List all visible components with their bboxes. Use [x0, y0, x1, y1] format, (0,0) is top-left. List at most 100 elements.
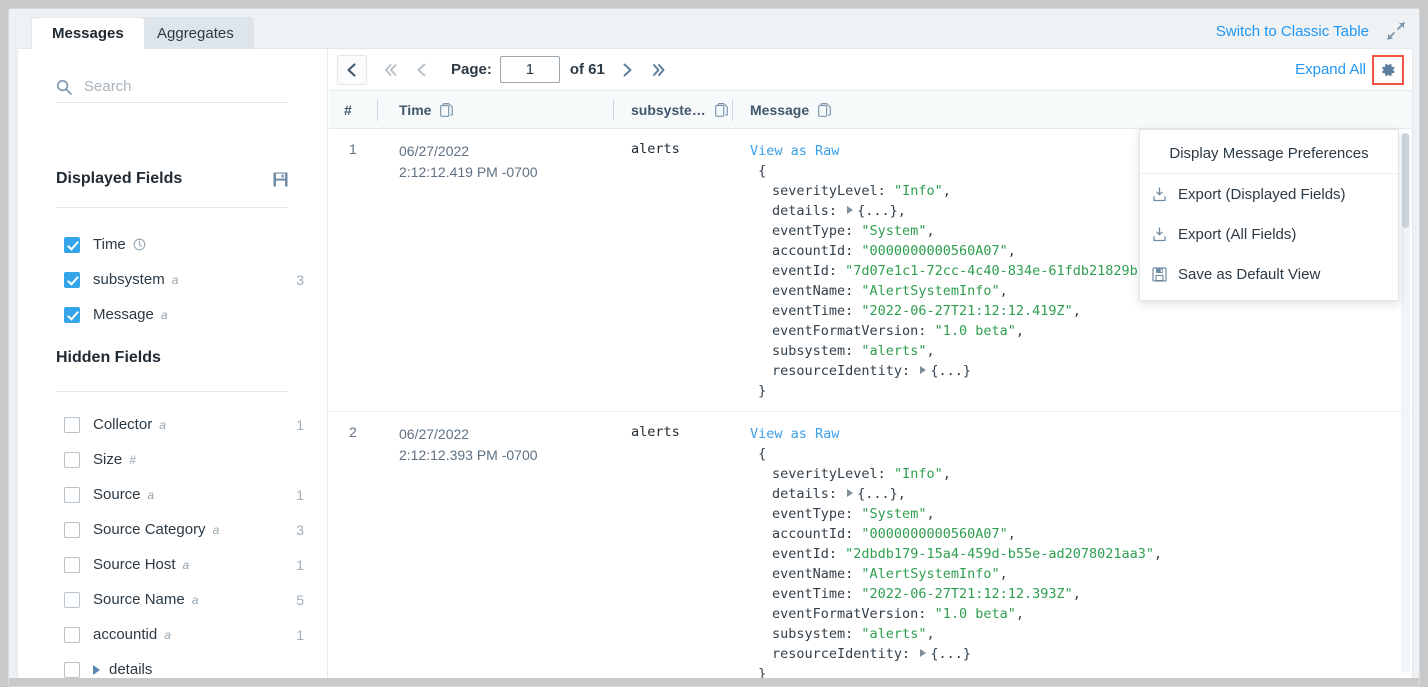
expand-object-icon[interactable]	[920, 649, 926, 657]
column-label-message: Message	[750, 102, 809, 118]
field-row[interactable]: Source Categorya3	[64, 512, 314, 547]
menu-item[interactable]: Export (All Fields)	[1140, 214, 1398, 254]
json-key: eventType:	[772, 506, 853, 522]
settings-gear-button[interactable]	[1374, 57, 1402, 83]
expand-arrows-icon[interactable]	[1385, 20, 1407, 42]
json-key: eventType:	[772, 223, 853, 239]
field-type-indicator: a	[192, 593, 199, 607]
field-label: Source Host	[93, 556, 176, 573]
field-checkbox[interactable]	[64, 272, 80, 288]
json-line: eventTime: "2022-06-27T21:12:12.419Z",	[750, 303, 1081, 319]
collapse-sidebar-button[interactable]	[337, 55, 367, 85]
page-label: Page:	[451, 61, 492, 78]
field-row[interactable]: Source Name a 5	[64, 582, 314, 617]
field-label: accountid	[93, 626, 157, 643]
field-row[interactable]: Size#	[64, 442, 314, 477]
field-checkbox[interactable]	[64, 452, 80, 468]
row-subsystem: alerts	[613, 141, 732, 401]
pagination-toolbar: Page: of 61 Expand All	[329, 49, 1412, 91]
scrollbar-thumb[interactable]	[1402, 133, 1409, 228]
field-row[interactable]: Sourcea1	[64, 477, 314, 512]
expand-all-link[interactable]: Expand All	[1295, 61, 1366, 78]
json-value: "Info"	[894, 183, 943, 199]
search-row	[56, 71, 288, 103]
content-frame: Displayed Fields Timesubsystema3Messagea…	[17, 48, 1413, 680]
save-disk-icon[interactable]	[273, 172, 288, 187]
page-number-input[interactable]	[500, 56, 560, 83]
expand-object-icon[interactable]	[920, 366, 926, 374]
tab-aggregates[interactable]: Aggregates	[137, 17, 254, 49]
field-label: Size	[93, 451, 122, 468]
field-count: 5	[296, 592, 304, 608]
field-checkbox[interactable]	[64, 627, 80, 643]
field-checkbox[interactable]	[64, 237, 80, 253]
field-checkbox[interactable]	[64, 307, 80, 323]
row-timestamp: 06/27/20222:12:12.393 PM -0700	[377, 424, 613, 679]
column-header-time[interactable]: Time	[377, 91, 613, 128]
json-key: subsystem:	[772, 626, 853, 642]
field-row[interactable]: Time	[64, 227, 314, 262]
expand-object-icon[interactable]	[847, 206, 853, 214]
displayed-fields-title: Displayed Fields	[56, 170, 182, 188]
json-value: "2022-06-27T21:12:12.419Z"	[861, 303, 1072, 319]
column-header-subsystem[interactable]: subsyste…	[613, 91, 732, 128]
field-row[interactable]: accountida1	[64, 617, 314, 652]
json-key: details:	[772, 203, 837, 219]
field-checkbox[interactable]	[64, 522, 80, 538]
field-row[interactable]: Messagea	[64, 297, 314, 332]
view-as-raw-link[interactable]: View as Raw	[750, 143, 839, 159]
search-input[interactable]	[84, 78, 288, 95]
field-row[interactable]: subsystema3	[64, 262, 314, 297]
table-row[interactable]: 206/27/20222:12:12.393 PM -0700alertsVie…	[329, 412, 1412, 679]
json-key: eventName:	[772, 283, 853, 299]
menu-item[interactable]: Display Message Preferences	[1140, 134, 1398, 174]
json-key: eventFormatVersion:	[772, 323, 926, 339]
vertical-scrollbar[interactable]	[1401, 133, 1410, 673]
copy-icon[interactable]	[440, 103, 453, 117]
field-label: subsystem	[93, 271, 165, 288]
copy-icon[interactable]	[818, 103, 831, 117]
field-checkbox[interactable]	[64, 662, 80, 678]
json-line: details: {...},	[750, 203, 906, 219]
field-row[interactable]: Source Hosta1	[64, 547, 314, 582]
field-row[interactable]: Collectora1	[64, 407, 314, 442]
field-checkbox[interactable]	[64, 487, 80, 503]
field-label: Source	[93, 486, 141, 503]
field-type-indicator: a	[183, 558, 190, 572]
column-header-message[interactable]: Message	[732, 91, 1412, 128]
horizontal-scrollbar[interactable]	[9, 678, 1420, 687]
prev-page-button[interactable]	[407, 53, 437, 87]
field-checkbox[interactable]	[64, 592, 80, 608]
view-as-raw-link[interactable]: View as Raw	[750, 426, 839, 442]
menu-item[interactable]: Save as Default View	[1140, 254, 1398, 294]
field-type-indicator: a	[161, 308, 168, 322]
field-count: 1	[296, 417, 304, 433]
json-key: eventTime:	[772, 303, 853, 319]
page-total-label: of 61	[570, 61, 605, 78]
switch-to-classic-table-link[interactable]: Switch to Classic Table	[1216, 23, 1369, 40]
last-page-button[interactable]	[643, 53, 675, 87]
json-value: "7d07e1c1-72cc-4c40-834e-61fdb21829bf"	[845, 263, 1154, 279]
field-label: Source Name	[93, 591, 185, 608]
column-header-number[interactable]: #	[329, 91, 377, 128]
log-search-window: Messages Aggregates Switch to Classic Ta…	[8, 8, 1420, 687]
copy-icon[interactable]	[715, 103, 728, 117]
menu-item[interactable]: Export (Displayed Fields)	[1140, 174, 1398, 214]
json-value: "System"	[861, 506, 926, 522]
tab-messages[interactable]: Messages	[31, 17, 145, 49]
field-type-indicator: a	[172, 273, 179, 287]
field-checkbox[interactable]	[64, 557, 80, 573]
expand-triangle-icon[interactable]	[93, 665, 100, 675]
field-label: Source Category	[93, 521, 206, 538]
first-page-button[interactable]	[373, 53, 407, 87]
field-checkbox[interactable]	[64, 417, 80, 433]
row-number: 2	[329, 424, 377, 679]
json-value: "2022-06-27T21:12:12.393Z"	[861, 586, 1072, 602]
field-label: Collector	[93, 416, 152, 433]
field-row[interactable]: details	[64, 652, 314, 679]
json-value: "AlertSystemInfo"	[861, 566, 999, 582]
json-value: "1.0 beta"	[935, 606, 1016, 622]
expand-object-icon[interactable]	[847, 489, 853, 497]
next-page-button[interactable]	[611, 53, 643, 87]
field-label: Time	[93, 236, 126, 253]
